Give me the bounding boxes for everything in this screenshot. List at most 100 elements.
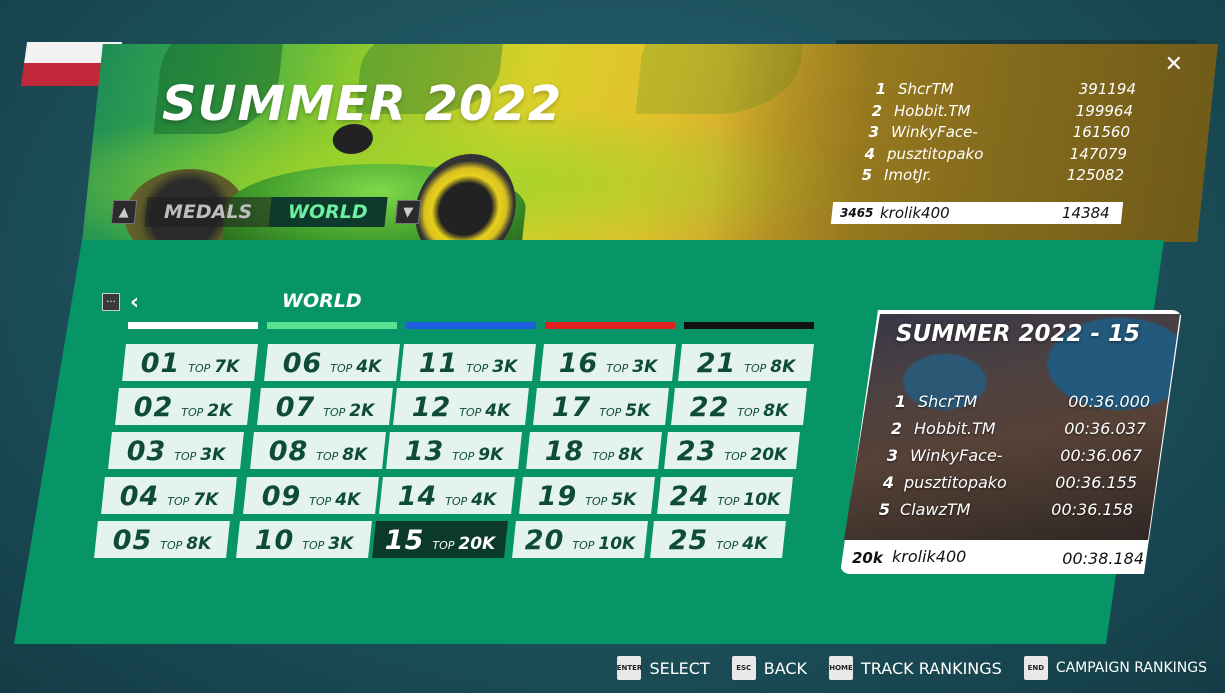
track-number: 20	[524, 525, 565, 556]
track-tile[interactable]: 04 TOP 7K	[101, 477, 237, 514]
tab-next-icon[interactable]: ▼	[394, 200, 422, 224]
track-tile-content: 21 TOP 8K	[680, 344, 812, 381]
track-rank: 3	[886, 446, 898, 465]
track-number: 22	[689, 392, 730, 423]
track-time: 00:36.158	[1051, 500, 1133, 519]
track-number: 21	[696, 348, 737, 379]
leaderboard-rank: 5	[861, 166, 872, 184]
track-top-label: TOP	[716, 539, 739, 552]
track-rank: 4	[882, 473, 894, 492]
tab-medals[interactable]: MEDALS	[144, 197, 271, 227]
track-number: 12	[411, 392, 452, 423]
track-top-label: TOP	[599, 406, 622, 419]
leaderboard-name: ImotJr.	[884, 166, 933, 184]
player-rank: 3465	[840, 206, 874, 220]
track-number: 18	[544, 436, 585, 467]
track-tile[interactable]: 18 TOP 8K	[526, 432, 662, 469]
track-top-label: TOP	[744, 362, 767, 375]
track-tile[interactable]: 23 TOP 20K	[664, 432, 800, 469]
track-rank-value: 10K	[743, 490, 781, 510]
track-number: 03	[126, 436, 167, 467]
track-rank-value: 2K	[207, 401, 233, 421]
track-top-label: TOP	[724, 450, 747, 463]
track-player-name: pusztitopako	[904, 473, 1007, 492]
track-tile[interactable]: 20 TOP 10K	[512, 521, 648, 558]
track-number: 09	[261, 481, 302, 512]
track-tile-content: 17 TOP 5K	[535, 388, 667, 425]
track-tile[interactable]: 01 TOP 7K	[122, 344, 258, 381]
track-rankings-label: TRACK RANKINGS	[861, 658, 1002, 678]
track-tile-content: 16 TOP 3K	[542, 344, 674, 381]
track-top-label: TOP	[302, 539, 325, 552]
campaign-rankings-hint[interactable]: END CAMPAIGN RANKINGS	[1023, 656, 1207, 680]
track-tile[interactable]: 03 TOP 3K	[108, 432, 244, 469]
track-tile[interactable]: 24 TOP 10K	[657, 477, 793, 514]
track-tile-content: 25 TOP 4K	[652, 521, 784, 558]
track-tile-content: 11 TOP 3K	[402, 344, 534, 381]
track-top-label: TOP	[309, 495, 332, 508]
track-time: 00:36.037	[1064, 419, 1146, 438]
leaderboard-row: 1 ShcrTM 391194	[848, 80, 1138, 102]
leaderboard-score: 391194	[1078, 80, 1136, 98]
track-number: 02	[133, 392, 174, 423]
track-tile[interactable]: 22 TOP 8K	[671, 388, 807, 425]
track-tile[interactable]: 08 TOP 8K	[250, 432, 386, 469]
track-tile[interactable]: 11 TOP 3K	[400, 344, 536, 381]
track-rank: 2	[890, 419, 902, 438]
track-rank-value: 3K	[632, 357, 658, 377]
tab-prev-icon[interactable]: ▲	[110, 200, 138, 224]
track-tile[interactable]: 07 TOP 2K	[257, 388, 393, 425]
track-tile[interactable]: 19 TOP 5K	[519, 477, 655, 514]
track-tile[interactable]: 16 TOP 3K	[540, 344, 676, 381]
track-number: 01	[140, 348, 181, 379]
select-hint[interactable]: ENTER SELECT	[617, 656, 710, 680]
track-top-label: TOP	[174, 450, 197, 463]
tab-medals-label: MEDALS	[164, 201, 253, 223]
difficulty-color-bars	[128, 322, 814, 329]
leaderboard-name: pusztitopako	[887, 144, 984, 163]
track-tile[interactable]: 12 TOP 4K	[393, 388, 529, 425]
track-tile[interactable]: 05 TOP 8K	[94, 521, 230, 558]
track-top-label: TOP	[606, 362, 629, 375]
track-tile[interactable]: 21 TOP 8K	[678, 344, 814, 381]
track-top-label: TOP	[323, 406, 346, 419]
track-top-label: TOP	[717, 495, 740, 508]
back-chevron-icon[interactable]: ‹	[130, 290, 139, 315]
track-rank-value: 4K	[335, 490, 361, 510]
track-tile[interactable]: 09 TOP 4K	[243, 477, 379, 514]
close-icon[interactable]: ✕	[1165, 52, 1183, 77]
track-tile[interactable]: 15 TOP 20K	[372, 521, 508, 558]
player-track-name: krolik400	[892, 547, 967, 566]
track-top-label: TOP	[585, 495, 608, 508]
color-bar-green	[267, 322, 397, 329]
track-number: 05	[112, 525, 153, 556]
track-tile[interactable]: 10 TOP 3K	[236, 521, 372, 558]
track-tile[interactable]: 14 TOP 4K	[379, 477, 515, 514]
back-hint[interactable]: ESC BACK	[731, 656, 807, 680]
track-rank-value: 4K	[356, 357, 382, 377]
track-number: 04	[119, 481, 160, 512]
track-tile[interactable]: 02 TOP 2K	[115, 388, 251, 425]
menu-icon[interactable]: ···	[102, 293, 120, 311]
track-rank-value: 5K	[625, 401, 651, 421]
track-top-label: TOP	[160, 539, 183, 552]
track-rank-value: 20K	[750, 445, 788, 465]
track-tile-content: 02 TOP 2K	[117, 388, 249, 425]
leaderboard-row: 4 pusztitopako 147079	[848, 145, 1138, 167]
track-rankings-hint[interactable]: HOME TRACK RANKINGS	[829, 656, 1002, 680]
track-tile[interactable]: 17 TOP 5K	[533, 388, 669, 425]
track-rank-value: 7K	[214, 357, 240, 377]
player-track-time: 00:38.184	[1062, 549, 1144, 568]
leaderboard-rank: 2	[871, 101, 882, 120]
track-tile[interactable]: 13 TOP 9K	[386, 432, 522, 469]
campaign-banner: SUMMER 2022 ✕ 1 ShcrTM 391194 2 Hobbit.T…	[82, 44, 1218, 242]
track-number: 25	[668, 525, 709, 556]
track-tile[interactable]: 25 TOP 4K	[650, 521, 786, 558]
track-tile-content: 24 TOP 10K	[659, 477, 791, 514]
leaderboard-row: 2 Hobbit.TM 199964	[848, 102, 1138, 124]
campaign-title: SUMMER 2022	[162, 76, 563, 132]
track-tile[interactable]: 06 TOP 4K	[264, 344, 400, 381]
track-top-label: TOP	[167, 495, 190, 508]
track-tile-content: 01 TOP 7K	[124, 344, 256, 381]
tab-world[interactable]: WORLD	[268, 197, 388, 227]
